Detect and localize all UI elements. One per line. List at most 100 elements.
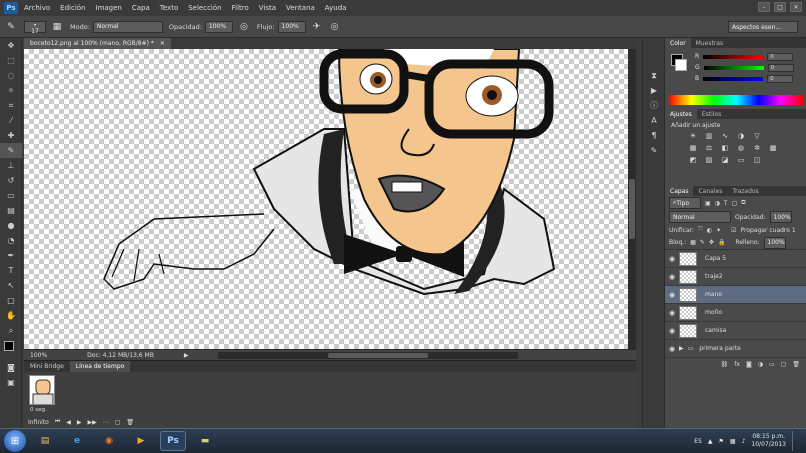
layer-row-camisa[interactable]: ◉ camisa — [665, 322, 806, 340]
menu-seleccion[interactable]: Selección — [188, 4, 221, 12]
path-select-tool-icon[interactable]: ↖ — [0, 278, 22, 293]
gradient-map-icon[interactable]: ▭ — [735, 155, 747, 165]
tab-timeline[interactable]: Línea de tiempo — [69, 361, 131, 372]
screen-mode-icon[interactable]: ▣ — [0, 375, 22, 390]
delete-frame-icon[interactable]: 🗑 — [126, 419, 134, 426]
bg-color-chip[interactable] — [675, 59, 687, 71]
eyedropper-tool-icon[interactable]: ⁄ — [0, 113, 22, 128]
prev-frame-icon[interactable]: ◀ — [66, 419, 71, 426]
language-indicator[interactable]: ES — [694, 438, 702, 445]
animation-frame-thumbnail[interactable] — [29, 375, 55, 405]
taskbar-firefox-icon[interactable]: ◉ — [96, 431, 122, 451]
healing-tool-icon[interactable]: ✚ — [0, 128, 22, 143]
canvas[interactable] — [24, 49, 632, 349]
marquee-tool-icon[interactable]: ⬚ — [0, 53, 22, 68]
menu-ayuda[interactable]: Ayuda — [325, 4, 347, 12]
layer-row-mono[interactable]: ◉ moño — [665, 304, 806, 322]
move-tool-icon[interactable]: ✥ — [0, 38, 22, 53]
flow-input[interactable]: 100% — [277, 20, 306, 33]
menu-filtro[interactable]: Filtro — [232, 4, 249, 12]
visibility-eye-icon[interactable]: ◉ — [665, 345, 679, 353]
brush-tool-icon-active[interactable]: ✎ — [0, 143, 22, 158]
brightness-icon[interactable]: ☀ — [687, 131, 699, 141]
invert-icon[interactable]: ◩ — [687, 155, 699, 165]
dodge-tool-icon[interactable]: ◔ — [0, 233, 22, 248]
color-swatches[interactable] — [0, 338, 22, 360]
vibrance-icon[interactable]: ▽ — [751, 131, 763, 141]
slider-b[interactable]: B 0 — [695, 73, 806, 84]
character-panel-icon[interactable]: A — [643, 113, 665, 128]
taskbar-media-icon[interactable]: ▶ — [128, 431, 154, 451]
mode-select[interactable]: Normal — [92, 20, 163, 33]
brush-size-picker[interactable]: • 17 — [24, 20, 46, 34]
menu-texto[interactable]: Texto — [160, 4, 178, 12]
b-track[interactable] — [703, 76, 764, 81]
hand-tool-icon[interactable]: ✋ — [0, 308, 22, 323]
unify-visibility-icon[interactable]: ◐ — [707, 227, 712, 234]
menu-vista[interactable]: Vista — [259, 4, 276, 12]
workspace-select[interactable]: Aspectos esen... — [728, 21, 798, 33]
tab-styles[interactable]: Estilos — [697, 109, 726, 119]
gradient-tool-icon[interactable]: ▤ — [0, 203, 22, 218]
taskbar-notes-icon[interactable]: ▬ — [192, 431, 218, 451]
threshold-icon[interactable]: ◪ — [719, 155, 731, 165]
visibility-eye-icon[interactable]: ◉ — [665, 255, 679, 263]
horizontal-scroll-thumb[interactable] — [328, 352, 429, 358]
clock[interactable]: 08:15 p.m. 10/07/2013 — [751, 433, 786, 449]
eraser-tool-icon[interactable]: ▭ — [0, 188, 22, 203]
zoom-tool-icon[interactable]: ⌕ — [0, 323, 22, 338]
airbrush-icon[interactable]: ✈ — [310, 20, 324, 34]
unify-position-icon[interactable]: ⤧ — [698, 226, 703, 234]
photo-filter-icon[interactable]: ◍ — [735, 143, 747, 153]
taskbar-ie-icon[interactable]: e — [64, 431, 90, 451]
lock-all-icon[interactable]: 🔒 — [718, 239, 725, 246]
delete-layer-icon[interactable]: 🗑 — [792, 361, 800, 368]
tab-paths[interactable]: Trazados — [727, 186, 763, 196]
frame-delay[interactable]: 0 seg. — [30, 407, 47, 413]
lock-transparent-icon[interactable]: ▦ — [690, 239, 696, 246]
group-icon[interactable]: ▭ — [769, 361, 775, 368]
history-brush-tool-icon[interactable]: ↺ — [0, 173, 22, 188]
blend-mode-select[interactable]: Normal — [669, 211, 731, 223]
selective-color-icon[interactable]: ◫ — [751, 155, 763, 165]
stamp-tool-icon[interactable]: ⊥ — [0, 158, 22, 173]
unify-style-icon[interactable]: ✦ — [716, 227, 721, 234]
canvas-horizontal-scrollbar[interactable] — [218, 351, 519, 359]
hue-icon[interactable]: ▦ — [687, 143, 699, 153]
expand-arrow-icon[interactable]: ▶ — [679, 345, 684, 352]
lock-move-icon[interactable]: ✥ — [709, 239, 714, 246]
blur-tool-icon[interactable]: ● — [0, 218, 22, 233]
filter-adjust-icon[interactable]: ◑ — [715, 200, 720, 207]
slider-r[interactable]: R 0 — [695, 51, 806, 62]
r-track[interactable] — [703, 54, 764, 59]
pen-tool-icon[interactable]: ✒ — [0, 248, 22, 263]
lasso-tool-icon[interactable]: ◌ — [0, 68, 22, 83]
g-value[interactable]: 0 — [767, 63, 794, 72]
minimize-icon[interactable]: – — [758, 2, 770, 12]
b-value[interactable]: 0 — [767, 74, 794, 83]
new-layer-icon[interactable]: ▢ — [781, 361, 787, 368]
status-arrow-icon[interactable]: ▶ — [184, 352, 189, 359]
opacity-input[interactable]: 100% — [204, 20, 233, 33]
layer-row-capa5[interactable]: ◉ Capa 5 — [665, 250, 806, 268]
menu-ventana[interactable]: Ventana — [286, 4, 315, 12]
pressure-opacity-icon[interactable]: ◎ — [237, 20, 251, 34]
visibility-eye-icon[interactable]: ◉ — [665, 273, 679, 281]
filter-shape-icon[interactable]: ▢ — [732, 200, 738, 207]
visibility-eye-icon[interactable]: ◉ — [665, 309, 679, 317]
vertical-scroll-thumb[interactable] — [629, 179, 635, 239]
tab-swatches[interactable]: Muestras — [691, 38, 728, 48]
g-track[interactable] — [703, 65, 764, 70]
r-value[interactable]: 0 — [767, 52, 794, 61]
show-desktop-button[interactable] — [792, 431, 800, 451]
crop-tool-icon[interactable]: ⌗ — [0, 98, 22, 113]
tray-expand-icon[interactable]: ▲ — [708, 438, 713, 445]
zoom-level[interactable]: 100% — [30, 352, 47, 359]
foreground-color-swatch[interactable] — [4, 341, 14, 351]
play-icon[interactable]: ▶ — [77, 419, 82, 426]
fx-icon[interactable]: fx — [734, 361, 740, 368]
menu-archivo[interactable]: Archivo — [24, 4, 50, 12]
taskbar-photoshop-icon[interactable]: Ps — [160, 431, 186, 451]
exposure-icon[interactable]: ◑ — [735, 131, 747, 141]
adjust-layer-icon[interactable]: ◑ — [758, 361, 763, 368]
